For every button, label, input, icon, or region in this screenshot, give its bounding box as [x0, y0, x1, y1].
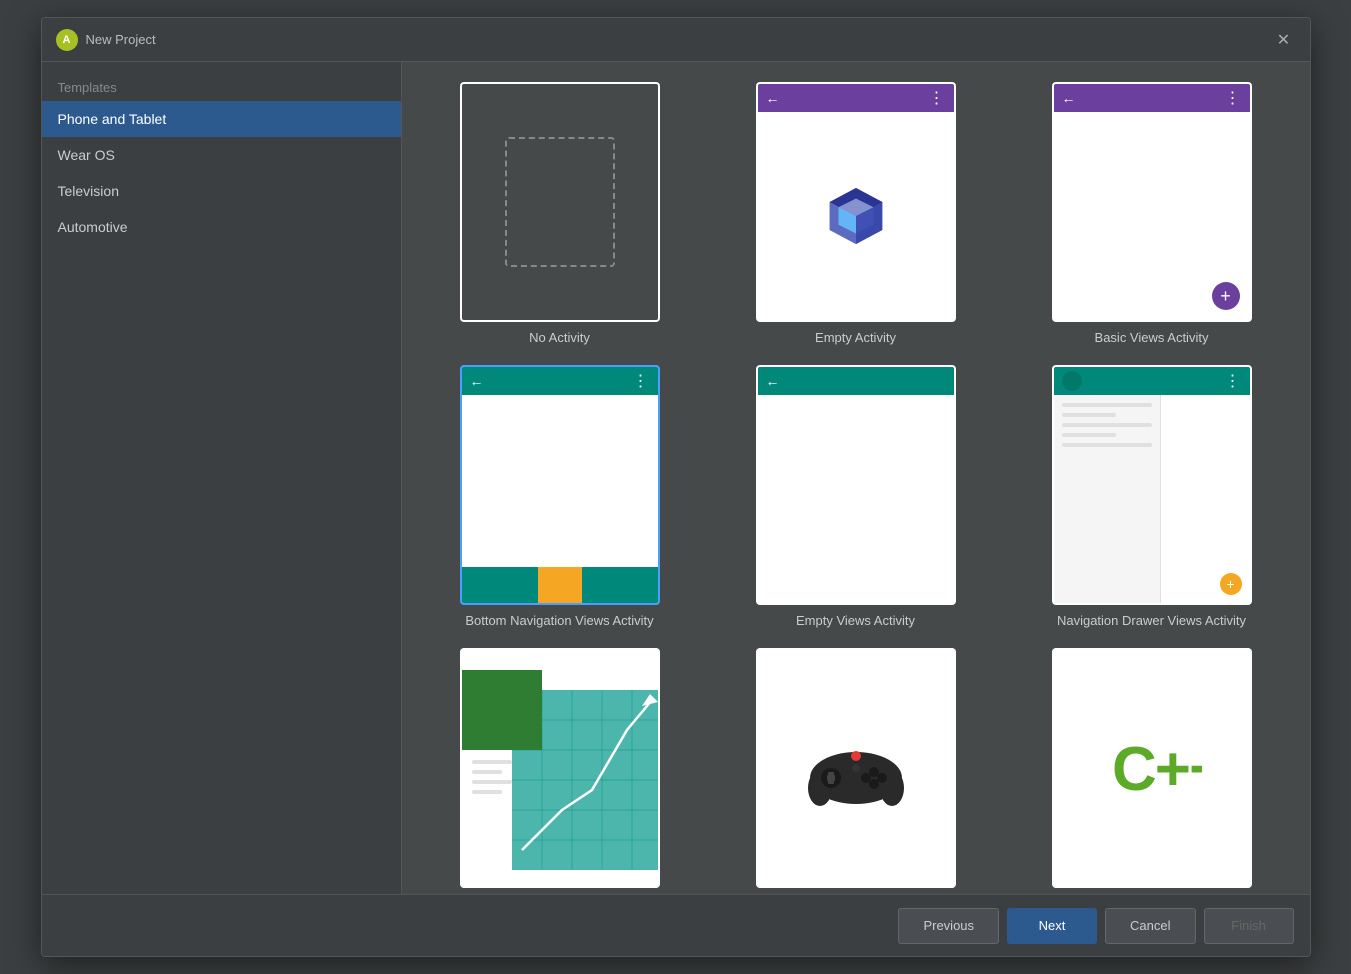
- template-preview-empty-activity: ← ⋮: [756, 82, 956, 322]
- main-content: Templates Phone and Tablet Wear OS Telev…: [42, 62, 1310, 894]
- new-project-dialog: A New Project ✕ Templates Phone and Tabl…: [41, 17, 1311, 957]
- template-basic-views-activity[interactable]: ← ⋮ + Basic Views Activity: [1014, 82, 1290, 345]
- title-bar: A New Project ✕: [42, 18, 1310, 62]
- footer-bar: Previous Next Cancel Finish: [42, 894, 1310, 956]
- drawer-main-area: +: [1161, 395, 1249, 603]
- bar-dots-icon: ⋮: [1225, 88, 1242, 108]
- template-preview-game-activity: [756, 648, 956, 888]
- bottom-nav-bar-bottom: [462, 567, 658, 603]
- template-empty-activity[interactable]: ← ⋮: [718, 82, 994, 345]
- sidebar: Templates Phone and Tablet Wear OS Telev…: [42, 62, 402, 894]
- template-preview-empty-views-activity: ←: [756, 365, 956, 605]
- nav-drawer-top-bar: ⋮: [1054, 367, 1250, 395]
- bar-arrow-icon: ←: [766, 373, 780, 389]
- android-studio-logo: A: [56, 29, 78, 51]
- cpp-preview: C++: [1054, 650, 1250, 886]
- template-no-activity[interactable]: No Activity: [422, 82, 698, 345]
- svg-text:C++: C++: [1112, 735, 1202, 804]
- sidebar-item-television[interactable]: Television: [42, 173, 401, 209]
- drawer-fab: +: [1220, 573, 1242, 595]
- next-button[interactable]: Next: [1007, 908, 1097, 944]
- empty-views-bar: ←: [758, 367, 954, 395]
- bottom-nav-yellow-tab: [538, 567, 582, 603]
- drawer-circle-icon: [1062, 371, 1082, 391]
- template-google-sheets-activity[interactable]: Google Sheets Activity: [422, 648, 698, 894]
- template-preview-google-sheets: [460, 648, 660, 888]
- bar-arrow-icon: ←: [766, 90, 780, 106]
- drawer-panel: [1054, 395, 1162, 603]
- template-preview-bottom-navigation: ← ⋮: [460, 365, 660, 605]
- templates-panel: No Activity ← ⋮: [402, 62, 1310, 894]
- finish-button[interactable]: Finish: [1204, 908, 1294, 944]
- sidebar-item-phone-tablet[interactable]: Phone and Tablet: [42, 101, 401, 137]
- template-label-bottom-navigation: Bottom Navigation Views Activity: [465, 613, 653, 628]
- templates-grid: No Activity ← ⋮: [402, 62, 1310, 894]
- template-label-empty-activity: Empty Activity: [815, 330, 896, 345]
- dialog-title: New Project: [86, 32, 156, 47]
- drawer-line-3: [1062, 423, 1153, 427]
- template-preview-no-activity: [460, 82, 660, 322]
- template-preview-basic-views-activity: ← ⋮ +: [1052, 82, 1252, 322]
- template-native-cpp[interactable]: C++ Native C++: [1014, 648, 1290, 894]
- template-label-empty-views-activity: Empty Views Activity: [796, 613, 915, 628]
- bar-arrow-icon: ←: [470, 373, 484, 389]
- title-bar-left: A New Project: [56, 29, 156, 51]
- template-label-nav-drawer: Navigation Drawer Views Activity: [1057, 613, 1246, 628]
- template-label-basic-views-activity: Basic Views Activity: [1095, 330, 1209, 345]
- nav-drawer-body: +: [1054, 395, 1250, 603]
- no-activity-dashed-rect: [505, 137, 615, 267]
- empty-activity-body: [758, 112, 954, 320]
- bar-dots-icon: ⋮: [633, 371, 650, 391]
- sidebar-item-wear-os[interactable]: Wear OS: [42, 137, 401, 173]
- cancel-button[interactable]: Cancel: [1105, 908, 1195, 944]
- templates-section-label: Templates: [42, 72, 401, 101]
- close-button[interactable]: ✕: [1272, 28, 1296, 52]
- drawer-line-2: [1062, 413, 1116, 417]
- template-bottom-navigation-views-activity[interactable]: ← ⋮ Bottom Navigation Views Activity: [422, 365, 698, 628]
- game-preview: [758, 650, 954, 886]
- basic-views-body: +: [1054, 112, 1250, 320]
- bottom-nav-bar-top: ← ⋮: [462, 367, 658, 395]
- empty-views-body: [758, 395, 954, 603]
- bar-dots-icon: ⋮: [1225, 371, 1242, 391]
- drawer-line-1: [1062, 403, 1153, 407]
- template-preview-native-cpp: C++: [1052, 648, 1252, 888]
- previous-button[interactable]: Previous: [898, 908, 999, 944]
- sidebar-item-automotive[interactable]: Automotive: [42, 209, 401, 245]
- basic-views-bar: ← ⋮: [1054, 84, 1250, 112]
- drawer-line-5: [1062, 443, 1153, 447]
- empty-activity-bar: ← ⋮: [758, 84, 954, 112]
- template-preview-nav-drawer: ⋮ +: [1052, 365, 1252, 605]
- chart-preview: [462, 650, 658, 886]
- template-label-no-activity: No Activity: [529, 330, 590, 345]
- basic-views-fab: +: [1212, 282, 1240, 310]
- bottom-nav-body: [462, 395, 658, 567]
- template-game-activity[interactable]: Game Activity: [718, 648, 994, 894]
- empty-activity-logo: [758, 112, 954, 320]
- template-navigation-drawer-views-activity[interactable]: ⋮ +: [1014, 365, 1290, 628]
- template-empty-views-activity[interactable]: ← Empty Views Activity: [718, 365, 994, 628]
- bar-arrow-icon: ←: [1062, 90, 1076, 106]
- drawer-line-4: [1062, 433, 1116, 437]
- bar-dots-icon: ⋮: [929, 88, 946, 108]
